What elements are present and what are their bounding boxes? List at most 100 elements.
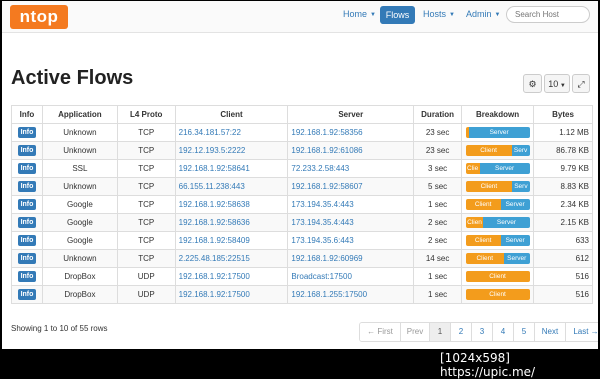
client-segment: Clie (465, 163, 480, 174)
ntop-logo[interactable]: ntop (10, 5, 68, 29)
nav-hosts[interactable]: Hosts ▼ (423, 9, 455, 19)
info-button[interactable]: Info (17, 181, 37, 192)
server-link[interactable]: 192.168.1.92:58607 (291, 182, 362, 191)
page-title: Active Flows (11, 67, 134, 89)
server-segment: Serv (511, 145, 530, 156)
server-segment: Server (479, 163, 530, 174)
info-button[interactable]: Info (17, 289, 37, 300)
server-segment: Serv (512, 181, 530, 192)
bytes-cell: 633 (533, 231, 593, 250)
header-duration[interactable]: Duration (413, 105, 463, 124)
nav-admin-label: Admin (466, 9, 492, 19)
nav-admin[interactable]: Admin ▼ (466, 9, 500, 19)
server-link[interactable]: 173.194.35.6:443 (291, 236, 353, 245)
header-client[interactable]: Client (174, 105, 289, 124)
page-button[interactable]: Last → (565, 323, 598, 341)
server-link[interactable]: 192.168.1.92:60969 (291, 254, 362, 263)
info-button[interactable]: Info (17, 127, 37, 138)
nav-home[interactable]: Home ▼ (343, 9, 376, 19)
table-row: Info Unknown TCP 2.225.48.185:22515 192.168.… (11, 249, 593, 268)
client-link[interactable]: 192.168.1.92:17500 (179, 272, 250, 281)
server-link[interactable]: 173.194.35.4:443 (291, 218, 353, 227)
breakdown-bar: Clie Server (465, 163, 530, 174)
client-segment: Client (465, 271, 530, 282)
proto-cell: TCP (116, 213, 176, 232)
info-button[interactable]: Info (17, 163, 37, 174)
client-link[interactable]: 192.168.1.92:58409 (179, 236, 250, 245)
page-button[interactable]: Next (534, 323, 565, 341)
page-button[interactable]: 5 (513, 323, 534, 341)
page-button[interactable]: 2 (450, 323, 471, 341)
chevron-down-icon: ▼ (449, 12, 455, 18)
info-cell: Info (11, 141, 43, 160)
client-link[interactable]: 216.34.181.57:22 (179, 128, 241, 137)
bytes-cell: 2.15 KB (533, 213, 593, 232)
server-link[interactable]: 192.168.1.92:61086 (291, 146, 362, 155)
client-link[interactable]: 192.168.1.92:58638 (179, 200, 250, 209)
breakdown-cell: Client Serv (461, 141, 535, 160)
table-row: Info SSL TCP 192.168.1.92:58641 72.233.2.58:… (11, 159, 593, 178)
server-segment: Server (500, 199, 530, 210)
bytes-cell: 86.78 KB (533, 141, 593, 160)
gear-button[interactable]: ⚙ (523, 74, 542, 93)
server-link[interactable]: 72.233.2.58:443 (291, 164, 349, 173)
chevron-down-icon: ▼ (370, 12, 376, 18)
breakdown-cell: Client Server (461, 249, 535, 268)
info-button[interactable]: Info (17, 253, 37, 264)
header-l4-proto[interactable]: L4 Proto (116, 105, 176, 124)
client-cell: 192.168.1.92:17500 (174, 267, 289, 286)
bytes-cell: 9.79 KB (533, 159, 593, 178)
nav-home-label: Home (343, 9, 368, 19)
search-host-input[interactable] (506, 6, 590, 23)
bytes-cell: 2.34 KB (533, 195, 593, 214)
rows-per-page-dropdown[interactable]: 10 ▼ (544, 74, 570, 93)
rows-per-page-value: 10 (548, 79, 559, 89)
info-button[interactable]: Info (17, 199, 37, 210)
nav-hosts-label: Hosts (423, 9, 447, 19)
page-button[interactable]: 4 (492, 323, 513, 341)
page-button[interactable]: 1 (429, 323, 450, 341)
server-cell: 192.168.1.92:61086 (287, 141, 415, 160)
table-row: Info Unknown TCP 216.34.181.57:22 192.168.1.… (11, 123, 593, 142)
header-application[interactable]: Application (41, 105, 118, 124)
header-server[interactable]: Server (287, 105, 415, 124)
table-row: Info Google TCP 192.168.1.92:58636 173.194.3… (11, 213, 593, 232)
info-button[interactable]: Info (17, 217, 37, 228)
nav-flows[interactable]: Flows (380, 6, 415, 24)
client-link[interactable]: 192.168.1.92:58641 (179, 164, 250, 173)
application-cell: DropBox (41, 267, 118, 286)
table-row: Info Unknown TCP 192.12.193.5:2222 192.168.1… (11, 141, 593, 160)
page-button[interactable]: Prev (400, 323, 429, 341)
info-cell: Info (11, 159, 43, 178)
server-cell: Broadcast:17500 (287, 267, 415, 286)
bytes-cell: 516 (533, 285, 593, 304)
pagination: ← First Prev 1 2 3 4 5 Next Last → (359, 322, 598, 342)
server-cell: 192.168.1.255:17500 (287, 285, 415, 304)
client-link[interactable]: 192.12.193.5:2222 (179, 146, 246, 155)
bytes-cell: 1.12 MB (533, 123, 593, 142)
page-button[interactable]: 3 (471, 323, 492, 341)
page-button[interactable]: ← First (360, 323, 400, 341)
client-link[interactable]: 66.155.11.238:443 (179, 182, 245, 191)
client-link[interactable]: 192.168.1.92:58636 (179, 218, 250, 227)
navbar: ntop Home ▼ Flows Hosts ▼ Admin ▼ (2, 1, 598, 33)
info-button[interactable]: Info (17, 235, 37, 246)
server-link[interactable]: 192.168.1.255:17500 (291, 290, 367, 299)
info-button[interactable]: Info (17, 271, 37, 282)
info-button[interactable]: Info (17, 145, 37, 156)
server-segment: Server (500, 235, 530, 246)
server-link[interactable]: Broadcast:17500 (291, 272, 352, 281)
header-bytes[interactable]: Bytes (533, 105, 593, 124)
client-cell: 66.155.11.238:443 (174, 177, 289, 196)
chevron-down-icon: ▼ (494, 12, 501, 18)
header-breakdown[interactable]: Breakdown (461, 105, 535, 124)
info-cell: Info (11, 231, 43, 250)
server-link[interactable]: 192.168.1.92:58356 (291, 128, 362, 137)
client-segment: Client (465, 253, 504, 264)
client-link[interactable]: 2.225.48.185:22515 (179, 254, 250, 263)
client-link[interactable]: 192.168.1.92:17500 (179, 290, 250, 299)
server-link[interactable]: 173.194.35.4:443 (291, 200, 353, 209)
header-info[interactable]: Info (11, 105, 43, 124)
expand-button[interactable]: ⤢ (572, 74, 590, 93)
application-cell: Unknown (41, 177, 118, 196)
